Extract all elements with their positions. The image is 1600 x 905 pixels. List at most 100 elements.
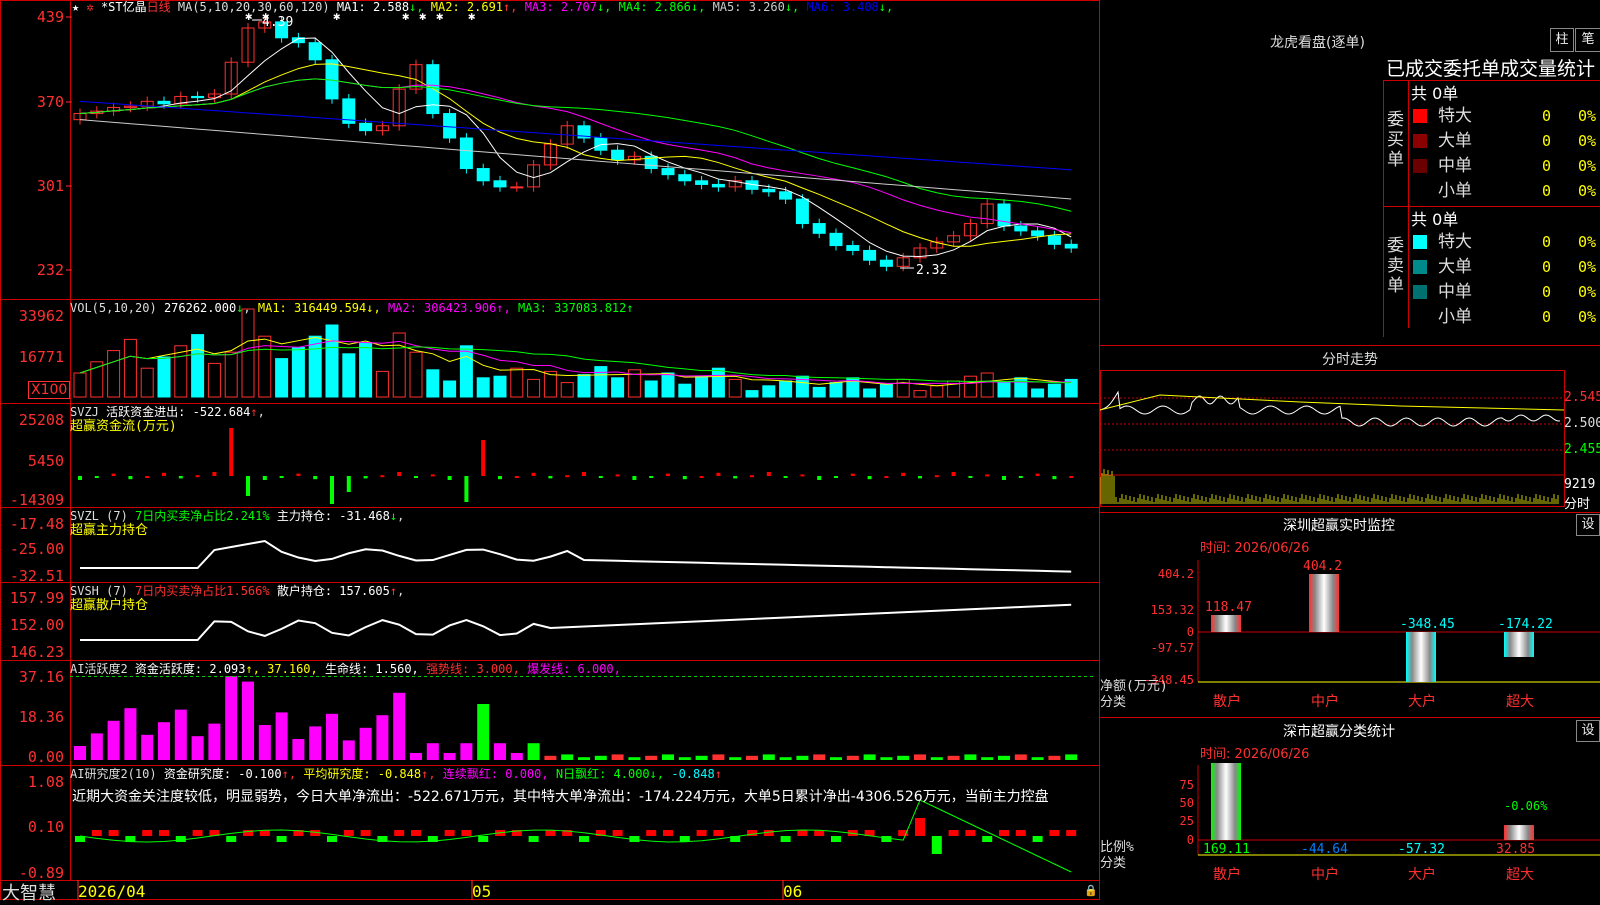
svzj-bar	[128, 476, 133, 480]
buy-row-value: 0	[1542, 132, 1552, 150]
svzl-panel-header: SVZL (7) 7日内买卖净占比2.241% 主力持仓: -31.468↓, …	[70, 509, 405, 538]
svzj-bar	[565, 475, 570, 478]
lock-icon[interactable]: 🔒	[1084, 884, 1098, 897]
volume-bar	[997, 382, 1011, 398]
research-bar	[713, 830, 724, 836]
volume-bar	[863, 388, 877, 398]
volume-bar	[661, 372, 675, 398]
sell-row-pct: 0%	[1578, 258, 1597, 276]
ai-active-bar	[779, 757, 792, 760]
ma-line-10	[79, 63, 1072, 247]
star-icon[interactable]: ★	[72, 0, 79, 14]
ai-active-bar	[880, 757, 893, 760]
intraday-tick-3: 2.455	[1564, 442, 1600, 457]
ma-line-20	[79, 78, 1072, 234]
research-bar	[982, 836, 993, 842]
volume-bar	[291, 346, 305, 398]
research-bar	[831, 836, 841, 842]
ai-active-bar	[342, 740, 355, 760]
ai-active-bar	[292, 739, 305, 760]
svzj-bar	[1002, 476, 1006, 480]
add-icon[interactable]: ✲	[86, 0, 93, 14]
sell-row-pct: 0%	[1578, 283, 1597, 301]
price-tick-301: 301	[37, 177, 64, 195]
chart-category-label: 散户	[1213, 866, 1241, 883]
vol-title: VOL(5,10,20)	[70, 301, 157, 315]
ai-active-bar	[443, 753, 456, 760]
buy-row-label: 小单	[1438, 181, 1472, 201]
candle-body	[325, 59, 339, 100]
ai-active-bar	[678, 757, 691, 760]
ai-active-bar	[1014, 754, 1027, 760]
ai-active-bar	[225, 676, 238, 760]
volume-bar	[695, 375, 709, 398]
ai-active-bar	[141, 734, 154, 760]
ai-active-bar	[158, 722, 170, 760]
price-tick-370: 370	[37, 93, 64, 111]
research-bar	[360, 830, 371, 836]
chart-bar	[1406, 632, 1436, 683]
ma-value-2: MA2: 2.691	[430, 0, 504, 14]
chart-category-label: 大户	[1408, 693, 1436, 710]
monitor-tick: -97.57	[1151, 641, 1194, 655]
ai-active-t5: 爆发线: 6.000,	[527, 662, 621, 676]
buy-side-label: 委买单	[1387, 110, 1404, 170]
chart-category-label: 中户	[1311, 693, 1339, 710]
intraday-chart[interactable]	[1100, 370, 1600, 510]
ma-value-6: MA6: 3.408	[806, 0, 879, 14]
volume-bar	[107, 350, 121, 398]
classify-bar-chart: 75 50 25 0 169.11 散户 -44.64 中户 -57.32 大户 32.85 超大 -0…	[1100, 763, 1600, 883]
volume-bar	[375, 370, 389, 398]
chart-bar	[1504, 632, 1534, 657]
chart-bar	[1504, 825, 1534, 840]
svzj-bar	[330, 476, 334, 504]
research-bar	[579, 836, 589, 842]
chart-category-label: 大户	[1408, 866, 1436, 883]
research-bar	[1049, 830, 1060, 836]
research-bar	[276, 836, 287, 842]
date-label-jun: 06	[783, 882, 802, 900]
ai-active-bar	[74, 746, 86, 760]
svzj-bar	[582, 472, 586, 476]
svzj-bar	[750, 475, 754, 478]
candle-body	[762, 188, 776, 193]
volume-bar	[325, 324, 339, 398]
svzj-bar	[313, 476, 318, 480]
research-bar	[1066, 830, 1077, 836]
ai-active-bar	[712, 754, 725, 760]
volume-bar	[275, 358, 289, 398]
svzj-bar	[968, 476, 973, 478]
candle-body	[795, 198, 809, 225]
svzj-bar	[632, 476, 637, 480]
ai-tick-3: 0.00	[28, 748, 64, 766]
volume-bar	[443, 380, 457, 398]
svzl-title: SVZL (7)	[70, 509, 128, 523]
sell-total: 共 0单	[1411, 210, 1459, 229]
vol-unit-label: X100	[28, 381, 71, 399]
svzj-bar	[447, 476, 452, 480]
classify-extra-label: -0.06%	[1504, 799, 1548, 813]
ai-active-bar	[830, 757, 842, 760]
ai-active-bar	[561, 754, 574, 760]
chart-bar-value: 169.11	[1203, 842, 1250, 857]
sell-row-label: 大单	[1438, 257, 1472, 277]
buy-row-value: 0	[1542, 182, 1552, 200]
svsh-tick-2: 152.00	[10, 616, 64, 634]
ai-active-bar	[1065, 754, 1078, 760]
ai-research-t2: 平均研究度: -0.848	[303, 767, 422, 781]
research-bar	[91, 830, 102, 836]
svzj-title: SVZJ	[70, 405, 99, 419]
volume-bar	[711, 367, 725, 398]
ai-active-t4: 强势线: 3.000,	[426, 662, 520, 676]
svzj-bar	[1052, 476, 1057, 480]
svzj-bar	[363, 476, 368, 479]
monitor-tick: 153.32	[1151, 603, 1194, 617]
buy-row-pct: 0%	[1578, 182, 1597, 200]
svzj-bar	[918, 476, 922, 479]
ai-active-bar	[359, 727, 372, 760]
period-label[interactable]: 日线	[147, 0, 171, 14]
ai-active-bar	[174, 709, 187, 760]
svsh-title: SVSH (7)	[70, 584, 128, 598]
research-bar	[192, 830, 203, 836]
svzj-bar	[934, 475, 939, 478]
